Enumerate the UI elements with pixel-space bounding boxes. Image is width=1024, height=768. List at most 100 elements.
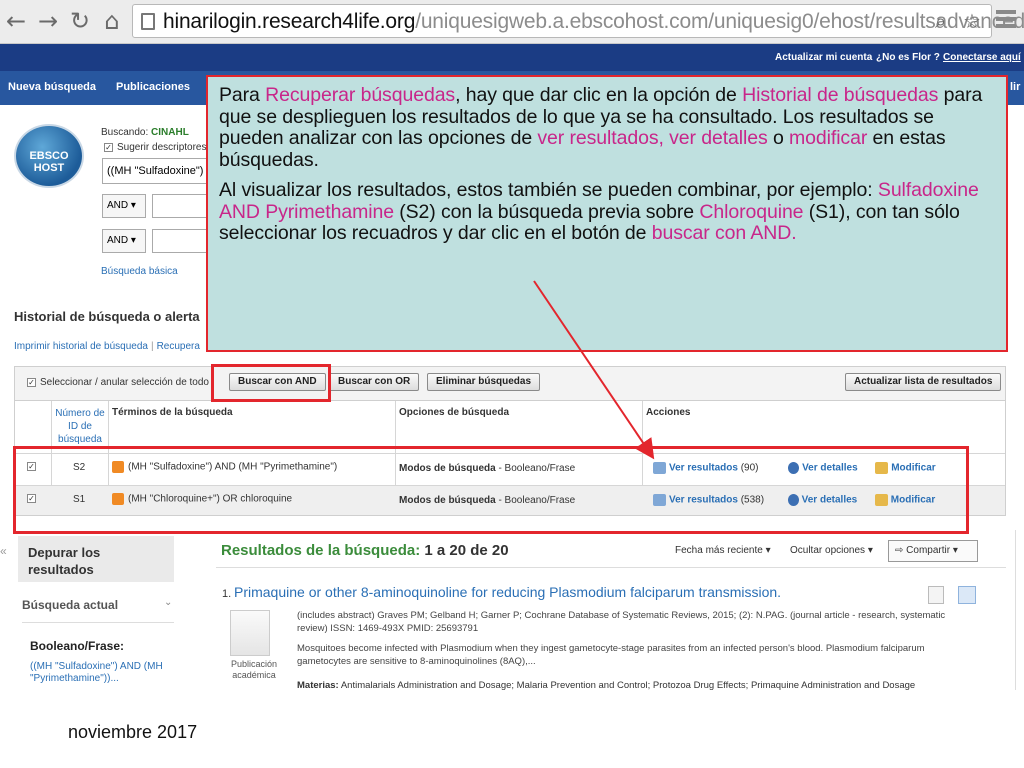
bool-phrase-label: Booleano/Frase:: [30, 639, 125, 653]
current-search-label: Búsqueda actual: [22, 598, 119, 612]
publication-type-icon: [230, 610, 270, 656]
history-toolbar: ✓ Seleccionar / anular selección de todo …: [15, 367, 1005, 401]
history-title: Historial de búsqueda o alerta: [14, 309, 200, 324]
select-all[interactable]: ✓ Seleccionar / anular selección de todo: [27, 377, 209, 388]
nav-right-partial[interactable]: lir: [1010, 81, 1020, 93]
menu-icon[interactable]: [996, 10, 1016, 30]
col-actions-header: Acciones: [646, 407, 691, 418]
refine-results-label: Depurar los resultados: [28, 545, 101, 577]
result-title-link[interactable]: Primaquine or other 8-aminoquinoline for…: [234, 584, 781, 600]
hide-options-dropdown[interactable]: Ocultar opciones ▾: [790, 545, 873, 556]
delete-searches-button[interactable]: Eliminar búsquedas: [427, 373, 541, 391]
results-title: Resultados de la búsqueda: 1 a 20 de 20: [221, 542, 509, 559]
bool-select-1[interactable]: AND ▾: [102, 194, 146, 218]
history-links: Imprimir historial de búsqueda | Recupera: [14, 341, 200, 352]
footer-date: noviembre 2017: [68, 722, 198, 742]
nav-new-search[interactable]: Nueva búsqueda: [8, 81, 96, 93]
results-divider: [216, 567, 1006, 568]
sort-dropdown[interactable]: Fecha más reciente ▾: [675, 545, 771, 556]
url-path: /uniquesigweb.a.ebscohost.com/uniquesig0…: [415, 10, 1024, 33]
retrieve-link[interactable]: Recupera: [157, 341, 200, 352]
ebsco-logo: EBSCO HOST: [14, 124, 84, 188]
result-citation: (includes abstract) Graves PM; Gelband H…: [297, 610, 946, 634]
share-button[interactable]: ⇨ Compartir ▾: [888, 540, 978, 562]
callout-highlight: buscar con AND.: [651, 222, 797, 244]
select-all-checkbox[interactable]: ✓: [27, 377, 36, 387]
refine-results-header: Depurar los resultados: [18, 536, 174, 582]
forward-arrow-icon[interactable]: →: [36, 8, 60, 34]
result-abstract: Mosquitoes become infected with Plasmodi…: [297, 643, 925, 667]
result-number: 1.: [222, 588, 232, 600]
database-name[interactable]: CINAHL: [151, 127, 189, 138]
reload-icon[interactable]: ↻: [68, 8, 92, 34]
bookmark-star-icon[interactable]: ☆: [963, 9, 981, 33]
search-with-or-button[interactable]: Buscar con OR: [329, 373, 420, 391]
subjects-label: Materias:: [297, 680, 339, 691]
callout-highlight: Recuperar búsquedas: [265, 84, 456, 106]
not-user-text: ¿No es Flor ?: [876, 52, 940, 63]
callout-paragraph-1: Para Recuperar búsquedas, hay que dar cl…: [219, 84, 996, 171]
bool-select-2[interactable]: AND ▾: [102, 229, 146, 253]
page-scroll-edge: [1015, 530, 1016, 690]
share-icon: ⇨: [895, 545, 904, 556]
search-page-icon[interactable]: ⌕: [935, 9, 946, 33]
suggest-checkbox[interactable]: ✓: [104, 142, 113, 152]
slide: ← → ↻ ⌂ hinarilogin.research4life.org/un…: [0, 0, 1024, 768]
search-field-3[interactable]: [152, 229, 212, 253]
account-bar: Actualizar mi cuenta ¿No es Flor ? Conec…: [0, 44, 1024, 71]
col-options-header: Opciones de búsqueda: [399, 407, 510, 418]
result-subjects: Materias: Antimalarials Administration a…: [297, 680, 997, 691]
select-all-label: Seleccionar / anular selección de todo: [40, 377, 209, 388]
share-label: Compartir: [906, 545, 951, 556]
address-bar[interactable]: hinarilogin.research4life.org/uniquesigw…: [132, 4, 1024, 38]
callout-text: Para: [219, 84, 266, 106]
callout-paragraph-2: Al visualizar los resultados, estos tamb…: [219, 179, 996, 245]
suggest-descriptors[interactable]: ✓ Sugerir descriptores: [104, 142, 206, 153]
search-field-2[interactable]: [152, 194, 212, 218]
results-range: 1 a 20 de 20: [424, 542, 509, 559]
results-title-text: Resultados de la búsqueda:: [221, 542, 421, 559]
col-terms-header: Términos de la búsqueda: [112, 407, 233, 418]
current-query-link[interactable]: ((MH "Sulfadoxine") AND (MH "Pyrimethami…: [30, 661, 170, 685]
callout-text: , hay que dar clic en la opción de: [455, 84, 743, 106]
preview-icon[interactable]: [928, 586, 944, 604]
nav-publications[interactable]: Publicaciones: [116, 81, 190, 93]
home-icon[interactable]: ⌂: [100, 8, 124, 34]
url-host: hinarilogin.research4life.org: [163, 10, 416, 33]
bool-1-value: AND: [107, 200, 129, 211]
logo-text: EBSCO HOST: [29, 150, 69, 174]
link-separator: |: [150, 341, 154, 352]
callout-highlight: ver resultados, ver detalles: [537, 127, 768, 149]
login-link[interactable]: Conectarse aquí: [943, 52, 1021, 63]
bool-2-value: AND: [107, 235, 129, 246]
url-text: hinarilogin.research4life.org/uniquesigw…: [163, 10, 1024, 34]
basic-search-link[interactable]: Búsqueda básica: [101, 266, 178, 277]
callout-text: (S2) con la búsqueda previa sobre: [393, 200, 700, 223]
searching-label: Buscando:: [101, 127, 149, 138]
refresh-results-button[interactable]: Actualizar lista de resultados: [845, 373, 1002, 391]
callout-highlight: Historial de búsquedas: [742, 84, 939, 106]
callout-text: Al visualizar los resultados, estos tamb…: [219, 179, 878, 201]
callout-text: o: [767, 127, 790, 149]
and-button-highlight: [211, 364, 331, 402]
col-id-header[interactable]: Número de ID de búsqueda: [55, 407, 105, 446]
callout-highlight: Chloroquine: [699, 200, 804, 223]
browser-toolbar: ← → ↻ ⌂ hinarilogin.research4life.org/un…: [0, 0, 1024, 44]
explanation-callout: Para Recuperar búsquedas, hay que dar cl…: [206, 75, 1008, 352]
subjects-text: Antimalarials Administration and Dosage;…: [340, 680, 916, 691]
page-icon: [141, 13, 155, 30]
query-input[interactable]: ((MH "Sulfadoxine"): [102, 158, 212, 184]
current-search-box: Booleano/Frase: ((MH "Sulfadoxine") AND …: [22, 622, 174, 692]
update-account-link[interactable]: Actualizar mi cuenta: [775, 52, 872, 63]
add-folder-icon[interactable]: [958, 586, 976, 604]
sort-value: Fecha más reciente: [675, 545, 763, 556]
print-history-link[interactable]: Imprimir historial de búsqueda: [14, 341, 148, 352]
chevron-down-icon[interactable]: ⌄: [164, 597, 172, 608]
publication-type-label: Publicación académica: [230, 659, 278, 680]
collapse-arrow-icon[interactable]: «: [0, 544, 7, 558]
history-rows-highlight: [13, 446, 969, 534]
callout-highlight: modificar: [789, 127, 868, 149]
suggest-label: Sugerir descriptores: [117, 142, 207, 153]
searching-line: Buscando: CINAHL: [101, 127, 189, 138]
back-arrow-icon[interactable]: ←: [4, 8, 28, 34]
